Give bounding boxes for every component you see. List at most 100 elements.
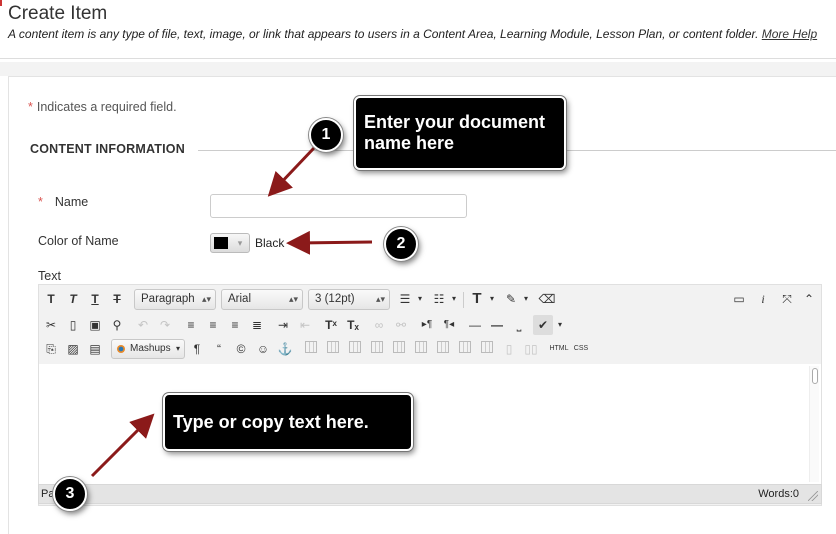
copy-icon[interactable]: ▯ bbox=[63, 315, 83, 335]
spellcheck-icon[interactable]: ✔ bbox=[533, 315, 553, 335]
insert-row-before-icon[interactable] bbox=[367, 339, 387, 359]
paragraph-select[interactable]: Paragraph ▴▾ bbox=[134, 289, 216, 310]
editor-scrollbar[interactable] bbox=[809, 366, 819, 482]
justify-icon[interactable]: ≣ bbox=[247, 315, 267, 335]
table-grid-icon bbox=[327, 341, 339, 353]
bullet-list-dropdown-icon[interactable]: ▾ bbox=[415, 289, 425, 309]
step-badge-3: 3 bbox=[53, 477, 87, 511]
table-row-props-icon[interactable] bbox=[323, 339, 343, 359]
text-color-dropdown-icon[interactable]: ▾ bbox=[487, 289, 497, 309]
underline-icon[interactable]: T bbox=[85, 289, 105, 309]
bullet-list-icon[interactable]: ☰ bbox=[395, 289, 415, 309]
table-grid-icon bbox=[481, 341, 493, 353]
paragraph-select-value: Paragraph bbox=[141, 293, 195, 305]
spellcheck-dropdown-icon[interactable]: ▾ bbox=[555, 315, 565, 335]
attach-file-icon[interactable]: ⎘ bbox=[41, 339, 61, 359]
eraser-icon[interactable]: ⌫ bbox=[537, 289, 557, 309]
quote-icon[interactable]: “ bbox=[209, 339, 229, 359]
fullscreen-icon[interactable]: ⤧ bbox=[777, 289, 797, 309]
table-grid-icon bbox=[415, 341, 427, 353]
insert-image-icon[interactable]: ▨ bbox=[63, 339, 83, 359]
anchor-icon[interactable]: ⚓ bbox=[275, 339, 295, 359]
toolbar-row-3: ⎘ ▨ ▤ Mashups ▾ ¶ “ © ☺ ⚓ ▯ ▯▯ HTML CSS bbox=[39, 337, 821, 363]
italic-icon[interactable]: T bbox=[63, 289, 83, 309]
numbered-list-icon[interactable]: ☷ bbox=[429, 289, 449, 309]
resize-grip-icon[interactable] bbox=[808, 491, 818, 501]
font-select-value: Arial bbox=[228, 293, 252, 305]
paste-icon[interactable]: ▣ bbox=[85, 315, 105, 335]
rtl-icon[interactable]: ¶◂ bbox=[439, 315, 459, 335]
step-badge-1: 1 bbox=[309, 118, 343, 152]
align-center-icon[interactable]: ≡ bbox=[203, 315, 223, 335]
page-title: Create Item bbox=[8, 3, 108, 24]
emoticon-icon[interactable]: ☺ bbox=[253, 339, 273, 359]
align-left-icon[interactable]: ≡ bbox=[181, 315, 201, 335]
thick-rule-icon[interactable]: — bbox=[487, 315, 507, 335]
word-count: Words:0 bbox=[758, 488, 799, 500]
align-right-icon[interactable]: ≡ bbox=[225, 315, 245, 335]
mashups-icon bbox=[117, 345, 125, 353]
font-select[interactable]: Arial ▴▾ bbox=[221, 289, 303, 310]
insert-row-after-icon[interactable] bbox=[389, 339, 409, 359]
highlight-dropdown-icon[interactable]: ▾ bbox=[521, 289, 531, 309]
numbered-list-dropdown-icon[interactable]: ▾ bbox=[449, 289, 459, 309]
paragraph-mark-icon[interactable]: ¶ bbox=[187, 339, 207, 359]
split-cells-icon[interactable]: ▯ bbox=[499, 339, 519, 359]
font-size-select-value: 3 (12pt) bbox=[315, 293, 355, 305]
table-grid-icon bbox=[349, 341, 361, 353]
editor-status-bar: Pa Words:0 bbox=[38, 484, 822, 504]
collapse-toolbar-icon[interactable]: ⌃ bbox=[799, 289, 819, 309]
delete-col-icon[interactable] bbox=[477, 339, 497, 359]
name-input[interactable] bbox=[210, 194, 467, 218]
merge-cells-icon[interactable]: ▯▯ bbox=[521, 339, 541, 359]
scrollbar-thumb[interactable] bbox=[812, 368, 818, 384]
step-badge-2: 2 bbox=[384, 227, 418, 261]
insert-table-icon[interactable] bbox=[301, 339, 321, 359]
editor-text-area[interactable] bbox=[38, 364, 822, 484]
color-picker-button[interactable]: ▾ bbox=[210, 233, 250, 253]
nonbreaking-space-icon[interactable]: ⎵ bbox=[509, 315, 529, 335]
preview-icon[interactable]: ▭ bbox=[729, 289, 749, 309]
unlink-icon[interactable]: ⚯ bbox=[391, 315, 411, 335]
delete-row-icon[interactable] bbox=[411, 339, 431, 359]
mashups-dropdown-icon[interactable]: ▾ bbox=[173, 339, 183, 359]
find-icon[interactable]: ⚲ bbox=[107, 315, 127, 335]
text-color-icon[interactable]: T bbox=[467, 289, 487, 309]
mashups-label: Mashups bbox=[130, 343, 171, 354]
ltr-icon[interactable]: ▸¶ bbox=[417, 315, 437, 335]
html-source-button[interactable]: HTML bbox=[547, 339, 571, 359]
indent-icon[interactable]: ⇥ bbox=[273, 315, 293, 335]
redo-icon[interactable]: ↷ bbox=[155, 315, 175, 335]
horizontal-rule-icon[interactable]: — bbox=[465, 315, 485, 335]
select-arrows-icon: ▴▾ bbox=[375, 294, 385, 304]
more-help-link[interactable]: More Help bbox=[762, 27, 817, 41]
table-cell-props-icon[interactable] bbox=[345, 339, 365, 359]
description-text: A content item is any type of file, text… bbox=[8, 27, 759, 41]
strikethrough-icon[interactable]: T bbox=[107, 289, 127, 309]
table-grid-icon bbox=[459, 341, 471, 353]
table-grid-icon bbox=[393, 341, 405, 353]
copyright-icon[interactable]: © bbox=[231, 339, 251, 359]
font-size-select[interactable]: 3 (12pt) ▴▾ bbox=[308, 289, 390, 310]
link-icon[interactable]: ∞ bbox=[369, 315, 389, 335]
insert-col-after-icon[interactable] bbox=[455, 339, 475, 359]
panel-top-band bbox=[0, 62, 836, 76]
bold-icon[interactable]: T bbox=[41, 289, 61, 309]
callout-enter-name: Enter your document name here bbox=[354, 96, 566, 170]
cut-icon[interactable]: ✂ bbox=[41, 315, 61, 335]
superscript-icon[interactable]: Tˣ bbox=[321, 315, 341, 335]
name-required-star: * bbox=[38, 195, 43, 209]
toolbar-separator bbox=[463, 292, 464, 308]
css-button[interactable]: CSS bbox=[571, 339, 591, 359]
select-arrows-icon: ▴▾ bbox=[288, 294, 298, 304]
insert-media-icon[interactable]: ▤ bbox=[85, 339, 105, 359]
required-field-note: * Indicates a required field. bbox=[28, 100, 177, 114]
outdent-icon[interactable]: ⇤ bbox=[295, 315, 315, 335]
section-heading: CONTENT INFORMATION bbox=[30, 142, 185, 156]
insert-col-before-icon[interactable] bbox=[433, 339, 453, 359]
chevron-down-icon: ▾ bbox=[237, 238, 243, 248]
subscript-icon[interactable]: Tₓ bbox=[343, 315, 363, 335]
info-icon[interactable]: i bbox=[753, 289, 773, 309]
highlight-icon[interactable]: ✎ bbox=[501, 289, 521, 309]
undo-icon[interactable]: ↶ bbox=[133, 315, 153, 335]
